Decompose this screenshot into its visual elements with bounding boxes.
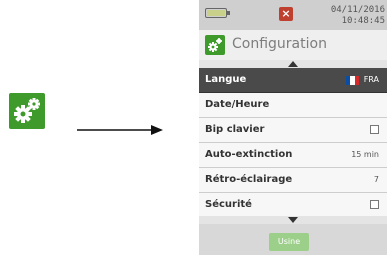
settings-gears-icon[interactable] <box>9 93 45 129</box>
checkbox-icon[interactable] <box>370 200 379 209</box>
menu-item-label: Auto-extinction <box>205 149 293 160</box>
menu-item-retro-eclairage[interactable]: Rétro-éclairage 7 <box>199 168 387 193</box>
scroll-down-button[interactable] <box>199 216 387 224</box>
battery-icon <box>205 8 230 18</box>
usine-button[interactable]: Usine <box>269 233 309 251</box>
menu-item-value: FRA <box>363 75 379 84</box>
arrow-right-icon <box>77 121 163 140</box>
menu-item-label: Date/Heure <box>205 99 270 110</box>
menu-item-auto-extinction[interactable]: Auto-extinction 15 min <box>199 143 387 168</box>
status-date: 04/11/2016 <box>330 5 385 15</box>
scroll-up-button[interactable] <box>199 60 387 68</box>
chevron-down-icon <box>288 217 298 223</box>
title-bar: Configuration <box>199 30 387 61</box>
flag-fr-icon <box>346 76 359 85</box>
menu-item-value: 15 min <box>351 150 379 159</box>
menu-item-label: Langue <box>205 74 247 85</box>
menu-item-bip-clavier[interactable]: Bip clavier <box>199 118 387 143</box>
status-bar: × 04/11/2016 10:48:45 <box>199 0 387 30</box>
status-time: 10:48:45 <box>341 16 385 26</box>
close-icon[interactable]: × <box>279 7 293 21</box>
menu-item-label: Bip clavier <box>205 124 265 135</box>
menu-item-langue[interactable]: Langue FRA <box>199 68 387 93</box>
menu-item-date-heure[interactable]: Date/Heure <box>199 93 387 118</box>
page-title: Configuration <box>232 36 327 52</box>
gears-icon <box>205 35 225 55</box>
menu-item-label: Rétro-éclairage <box>205 174 293 185</box>
menu-item-value: 7 <box>373 175 379 184</box>
checkbox-icon[interactable] <box>370 125 379 134</box>
bottom-bar: Usine <box>199 224 387 255</box>
device-screen: × 04/11/2016 10:48:45 Configuration Lang… <box>199 0 387 255</box>
menu-item-label: Sécurité <box>205 199 252 210</box>
chevron-up-icon <box>288 61 298 67</box>
menu-item-securite[interactable]: Sécurité <box>199 193 387 218</box>
